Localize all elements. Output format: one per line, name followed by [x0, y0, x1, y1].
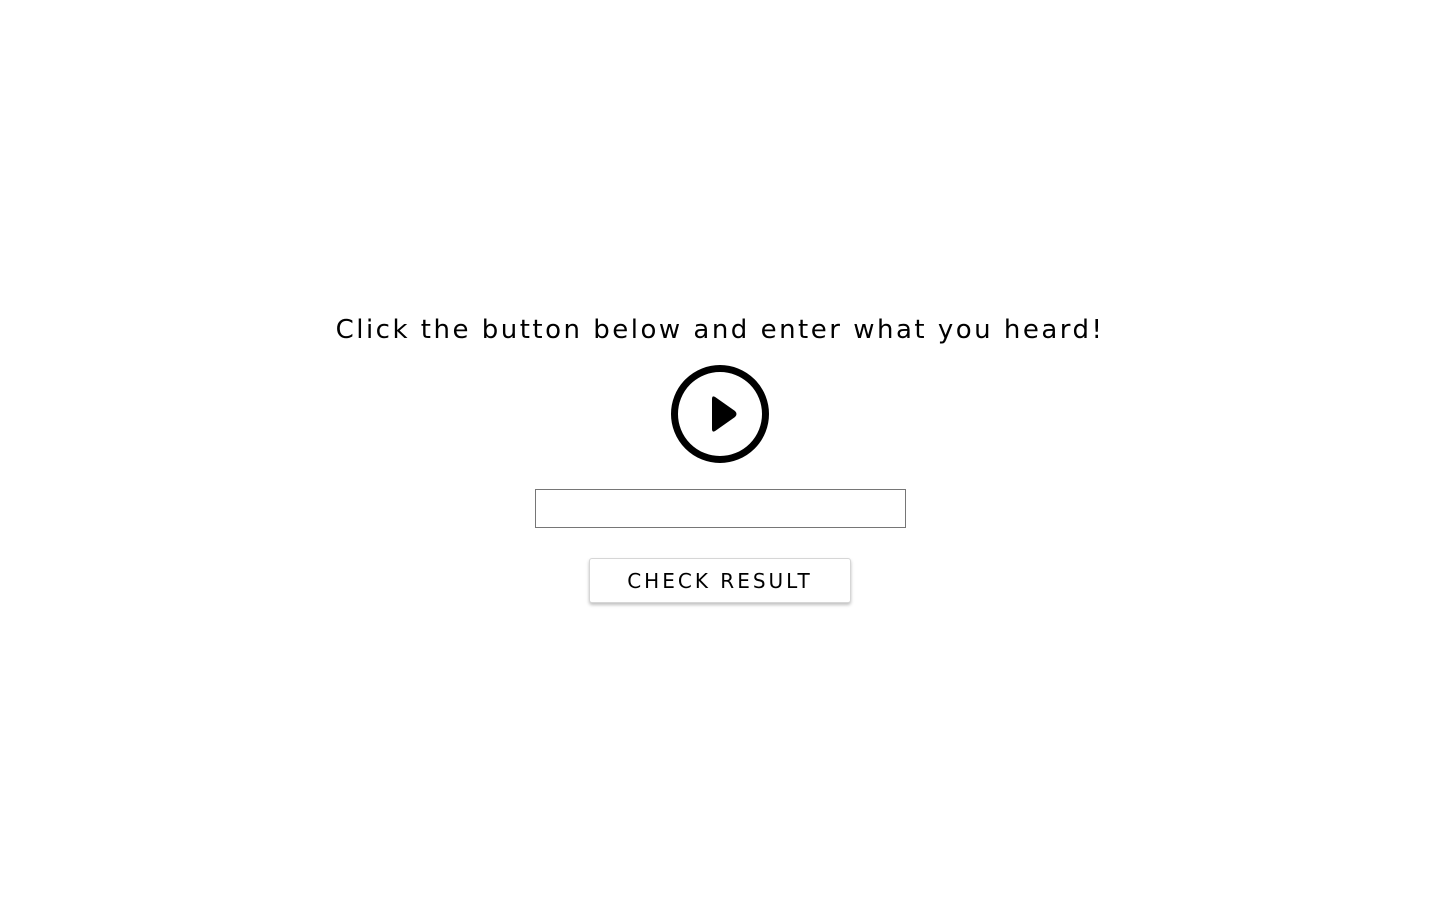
captcha-page: Click the button below and enter what yo… — [0, 0, 1440, 900]
instruction-text: Click the button below and enter what yo… — [335, 315, 1105, 345]
check-result-button[interactable]: CHECK RESULT — [589, 558, 851, 603]
play-circle-icon — [671, 365, 769, 463]
answer-input[interactable] — [535, 489, 906, 528]
play-audio-button[interactable] — [670, 364, 770, 464]
